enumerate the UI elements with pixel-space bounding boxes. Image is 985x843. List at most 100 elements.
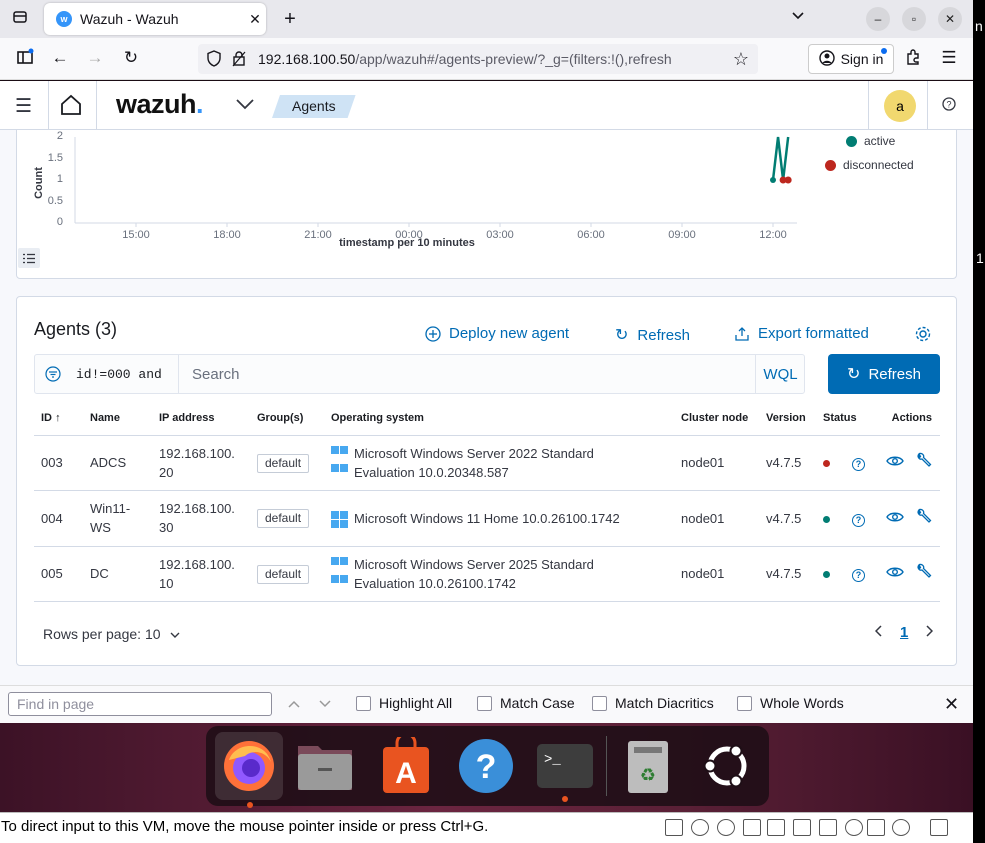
shared-folder-icon[interactable] <box>845 819 863 836</box>
dock-show-apps[interactable] <box>697 736 757 796</box>
dock-help[interactable]: ? <box>456 736 516 796</box>
refresh-link-button[interactable]: ↻ Refresh <box>615 325 690 345</box>
legend-item-disconnected[interactable]: disconnected <box>825 158 914 172</box>
whole-words-checkbox[interactable]: Whole Words <box>737 695 844 711</box>
column-header-version[interactable]: Version <box>759 401 816 436</box>
table-row[interactable]: 005 DC 192.168.100. 10 default Microsoft Win… <box>34 546 940 602</box>
display-icon[interactable] <box>867 819 885 836</box>
legend-item-active[interactable]: active <box>846 134 895 148</box>
reload-icon[interactable]: ↻ <box>120 48 142 68</box>
configure-wrench-icon[interactable] <box>916 508 932 529</box>
sort-arrow-up-icon: ↑ <box>55 411 61 424</box>
dock-files[interactable] <box>295 736 355 796</box>
view-eye-icon[interactable] <box>886 564 904 583</box>
cell-ip: 192.168.100. 10 <box>152 546 250 602</box>
column-header-ip[interactable]: IP address <box>152 401 250 436</box>
cell-os: Microsoft Windows Server 2025 Standard E… <box>324 546 674 602</box>
dock-app-center[interactable]: A <box>376 736 436 796</box>
table-row[interactable]: 003 ADCS 192.168.100. 20 default Microsoft W… <box>34 435 940 491</box>
filter-chip[interactable]: id!=000 and <box>35 355 179 393</box>
find-next-icon[interactable] <box>318 696 332 714</box>
column-header-id[interactable]: ID ↑ <box>34 401 83 436</box>
highlight-all-checkbox[interactable]: Highlight All <box>356 695 452 711</box>
rows-per-page-selector[interactable]: Rows per page: 10 <box>43 626 180 642</box>
sidebar-toggle-icon[interactable] <box>14 48 36 71</box>
export-formatted-button[interactable]: Export formatted <box>734 325 869 342</box>
breadcrumb-agents[interactable]: Agents <box>272 95 356 118</box>
optical-drive-icon[interactable] <box>691 819 709 836</box>
page-number[interactable]: 1 <box>900 624 908 641</box>
floppy-icon[interactable] <box>743 819 761 836</box>
audio-icon[interactable] <box>717 819 735 836</box>
settings-gear-icon[interactable] <box>914 325 932 348</box>
find-previous-icon[interactable] <box>287 696 301 714</box>
wql-button[interactable]: WQL <box>755 355 805 393</box>
column-header-cluster-node[interactable]: Cluster node <box>674 401 759 436</box>
keyboard-icon[interactable] <box>930 819 948 836</box>
new-tab-icon[interactable]: + <box>279 8 301 31</box>
status-help-icon[interactable]: ? <box>852 458 865 472</box>
restore-icon[interactable]: ▫ <box>902 7 926 31</box>
table-row[interactable]: 004 Win11- WS 192.168.100. 30 default Micros… <box>34 490 940 547</box>
help-icon[interactable]: ? <box>942 97 956 116</box>
dock-trash[interactable]: ♻ <box>618 736 678 796</box>
configure-wrench-icon[interactable] <box>916 563 932 584</box>
address-bar[interactable]: 192.168.100.50/app/wazuh#/agents-preview… <box>198 44 758 74</box>
hdd-icon[interactable] <box>665 819 683 836</box>
close-find-bar-icon[interactable]: ✕ <box>944 694 959 715</box>
back-icon[interactable]: ← <box>49 48 71 68</box>
forward-icon[interactable]: → <box>84 48 106 68</box>
group-badge[interactable]: default <box>257 564 310 584</box>
column-header-name[interactable]: Name <box>83 401 152 436</box>
tab-list-chevron-icon[interactable] <box>787 8 809 25</box>
bookmark-star-icon[interactable]: ☆ <box>724 44 758 74</box>
network-icon[interactable] <box>767 819 785 836</box>
prev-page-icon[interactable] <box>874 624 883 641</box>
minimize-icon[interactable]: – <box>866 7 890 31</box>
find-input[interactable] <box>8 692 272 716</box>
group-badge[interactable]: default <box>257 509 310 529</box>
sign-in-label: Sign in <box>840 51 884 67</box>
capture-icon[interactable] <box>892 819 910 836</box>
shield-icon[interactable] <box>206 50 222 70</box>
dock-firefox[interactable] <box>215 732 283 808</box>
dock-terminal[interactable]: >_ <box>535 736 595 802</box>
close-window-icon[interactable]: ✕ <box>938 7 962 31</box>
home-icon[interactable] <box>59 93 83 122</box>
app-switcher-chevron-icon[interactable] <box>235 97 255 116</box>
insecure-lock-icon[interactable] <box>231 50 247 70</box>
browser-tab[interactable]: w Wazuh - Wazuh ✕ <box>44 3 266 35</box>
deploy-new-agent-button[interactable]: Deploy new agent <box>425 325 569 342</box>
checkbox-box <box>477 695 492 711</box>
view-eye-icon[interactable] <box>886 453 904 472</box>
status-help-icon[interactable]: ? <box>852 569 865 583</box>
refresh-button[interactable]: ↻ Refresh <box>828 354 940 394</box>
sign-in-button[interactable]: Sign in <box>808 44 894 74</box>
match-diacritics-checkbox[interactable]: Match Diacritics <box>592 695 714 711</box>
help-question-icon: ? <box>459 739 513 793</box>
match-case-checkbox[interactable]: Match Case <box>477 695 575 711</box>
app-menu-icon[interactable]: ☰ <box>938 48 960 68</box>
group-badge[interactable]: default <box>257 453 310 473</box>
usb-icon[interactable] <box>819 819 837 836</box>
data-point-active[interactable] <box>770 177 776 183</box>
search-input[interactable] <box>180 355 755 393</box>
wazuh-logo[interactable]: wazuh. <box>116 89 204 120</box>
hamburger-menu-icon[interactable]: ☰ <box>15 95 32 118</box>
close-tab-icon[interactable]: ✕ <box>244 11 266 28</box>
column-label: ID <box>41 411 52 424</box>
account-icon <box>818 49 835 69</box>
column-header-status[interactable]: Status <box>816 401 876 436</box>
configure-wrench-icon[interactable] <box>916 452 932 473</box>
legend-toggle-icon[interactable] <box>18 248 40 268</box>
column-header-os[interactable]: Operating system <box>324 401 674 436</box>
status-help-icon[interactable]: ? <box>852 513 865 527</box>
status-dot <box>823 571 830 579</box>
tab-overview-icon[interactable] <box>9 9 31 30</box>
extensions-icon[interactable] <box>902 48 924 71</box>
data-point-disconnected[interactable] <box>784 176 792 184</box>
user-avatar[interactable]: a <box>884 90 916 122</box>
view-eye-icon[interactable] <box>886 509 904 528</box>
next-page-icon[interactable] <box>925 624 934 641</box>
network-icon-2[interactable] <box>793 819 811 836</box>
